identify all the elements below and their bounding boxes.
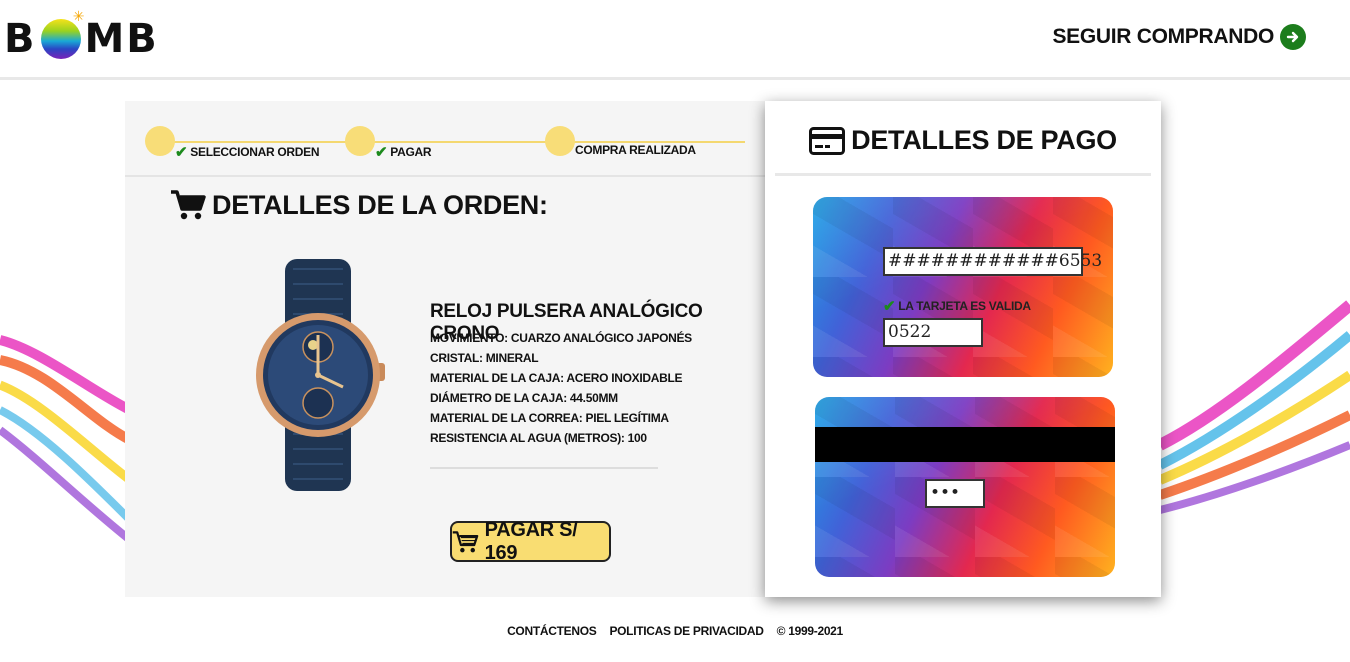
order-details-title: DETALLES DE LA ORDEN: (170, 189, 548, 221)
copyright-text: © 1999-2021 (776, 624, 844, 638)
divider (775, 173, 1151, 176)
check-icon: ✔ (375, 144, 388, 161)
privacy-policy-link[interactable]: POLITICAS DE PRIVACIDAD (609, 624, 764, 638)
product-spec: MATERIAL DE LA CORREA: PIEL LEGÍTIMA (430, 411, 669, 425)
magnetic-stripe (815, 427, 1115, 462)
product-spec: MOVIMIENTO: CUARZO ANALÓGICO JAPONÉS (430, 331, 692, 345)
arrow-circle-right-icon (1280, 24, 1306, 50)
product-spec: DIÁMETRO DE LA CAJA: 44.50MM (430, 391, 618, 405)
credit-card-icon (809, 126, 846, 155)
product-spec: RESISTENCIA AL AGUA (METROS): 100 (430, 431, 647, 445)
card-front: ############6553 ✔ LA TARJETA ES VALIDA … (813, 197, 1113, 377)
product-spec: MATERIAL DE LA CAJA: ACERO INOXIDABLE (430, 371, 683, 385)
cart-icon (452, 530, 479, 552)
site-header: B ✳ MB SEGUIR COMPRANDO (0, 0, 1350, 80)
step-purchase-complete: COMPRA REALIZADA (575, 143, 696, 157)
step-pay: ✔ PAGAR (375, 144, 432, 161)
checkout-progress: ✔ SELECCIONAR ORDEN ✔ PAGAR COMPRA REALI… (125, 101, 765, 177)
continue-shopping-label: SEGUIR COMPRANDO (1052, 25, 1274, 48)
payment-panel: DETALLES DE PAGO ############6553 ✔ LA T… (765, 101, 1161, 597)
step-dot-1 (145, 126, 175, 156)
check-icon: ✔ (175, 144, 188, 161)
watch-image (256, 259, 385, 491)
right-ribbon-decoration (1160, 300, 1350, 514)
site-footer: CONTÁCTENOS POLITICAS DE PRIVACIDAD © 19… (0, 624, 1350, 638)
step-select-order: ✔ SELECCIONAR ORDEN (175, 144, 320, 161)
pay-button[interactable]: PAGAR S/ 169 (450, 519, 611, 564)
left-ribbon-decoration (0, 335, 130, 544)
card-valid-message: ✔ LA TARJETA ES VALIDA (883, 298, 1031, 315)
divider (430, 467, 658, 469)
card-number-input[interactable]: ############6553 (883, 247, 1102, 276)
check-icon: ✔ (883, 298, 896, 315)
continue-shopping-link[interactable]: SEGUIR COMPRANDO (1052, 24, 1306, 50)
contact-link[interactable]: CONTÁCTENOS (507, 624, 597, 638)
payment-details-title: DETALLES DE PAGO (765, 125, 1161, 156)
step-dot-2 (345, 126, 375, 156)
cvv-input[interactable]: ••• (925, 479, 985, 508)
step-dot-3 (545, 126, 575, 156)
card-back: ••• (815, 397, 1115, 577)
cart-icon (171, 190, 206, 220)
bomb-icon: ✳ (40, 9, 85, 59)
product-spec: CRISTAL: MINERAL (430, 351, 539, 365)
order-panel: ✔ SELECCIONAR ORDEN ✔ PAGAR COMPRA REALI… (125, 101, 765, 597)
expiry-input[interactable]: 0522 (883, 318, 983, 347)
bomb-logo[interactable]: B ✳ MB (4, 9, 159, 64)
